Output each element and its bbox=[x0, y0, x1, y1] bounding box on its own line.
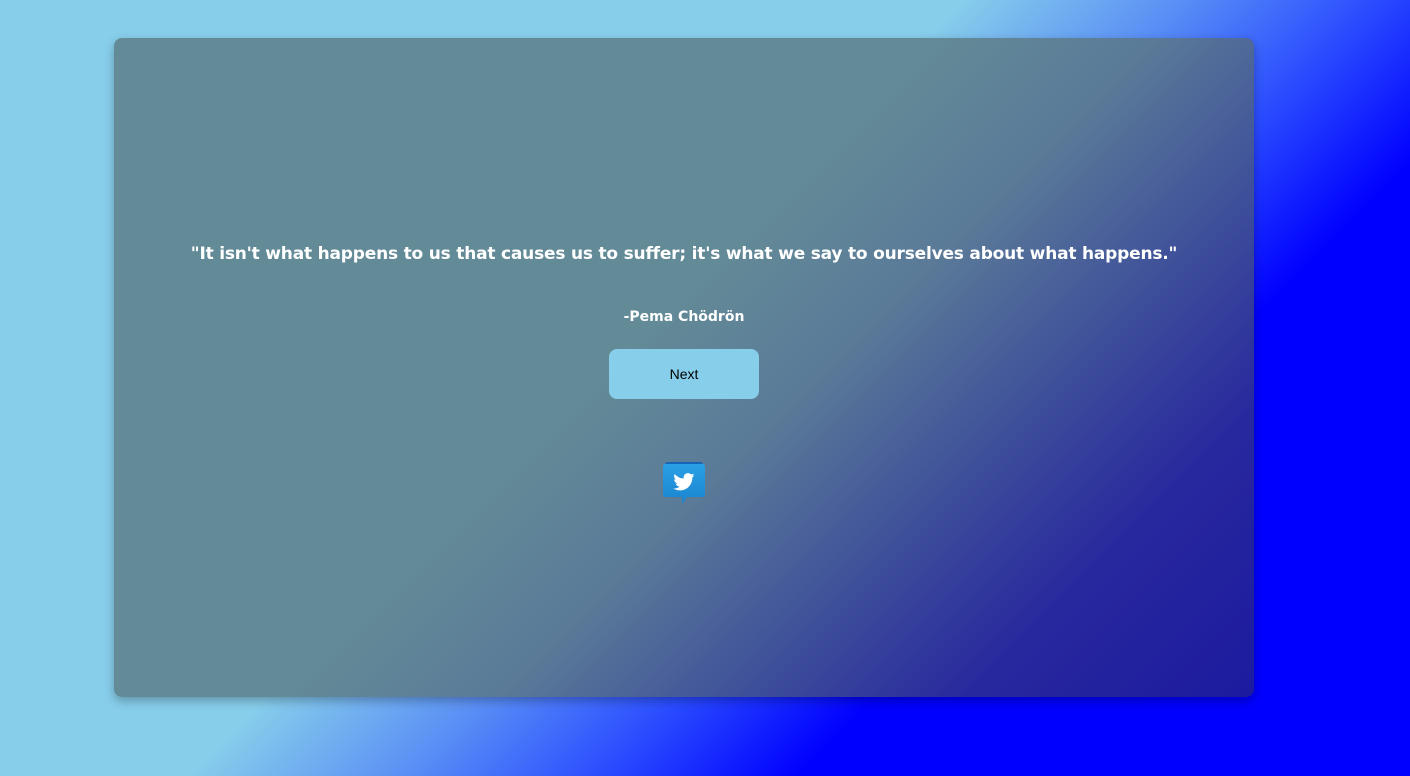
tweet-quote-button[interactable] bbox=[662, 461, 706, 509]
next-quote-button[interactable]: Next bbox=[609, 349, 759, 399]
quote-author: -Pema Chödrön bbox=[623, 309, 745, 325]
quote-box: "It isn't what happens to us that causes… bbox=[114, 38, 1254, 697]
quote-text: "It isn't what happens to us that causes… bbox=[190, 244, 1178, 264]
twitter-bird-icon bbox=[663, 462, 705, 504]
